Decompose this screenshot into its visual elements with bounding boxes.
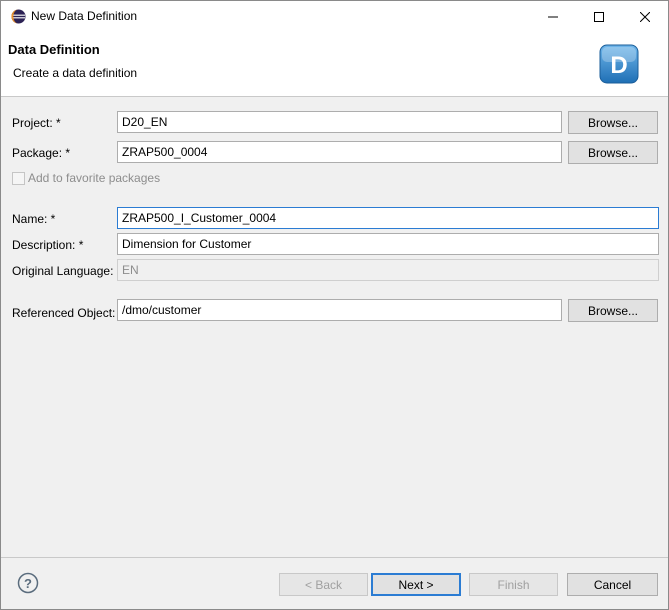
eclipse-icon (11, 9, 26, 24)
close-button[interactable] (622, 1, 668, 32)
wizard-banner: Data Definition Create a data definition… (1, 32, 668, 97)
name-field[interactable]: ZRAP500_I_Customer_0004 (117, 207, 659, 229)
description-field[interactable]: Dimension for Customer (117, 233, 659, 255)
close-icon (640, 11, 650, 22)
next-button[interactable]: Next > (371, 573, 461, 596)
new-data-definition-dialog: New Data Definition Data Definition Crea… (0, 0, 669, 610)
svg-text:D: D (610, 52, 627, 79)
project-field[interactable]: D20_EN (117, 111, 562, 133)
project-label: Project: * (12, 116, 61, 130)
title-bar: New Data Definition (1, 1, 668, 32)
minimize-button[interactable] (530, 1, 576, 32)
original-language-label: Original Language: (12, 264, 114, 278)
package-label: Package: * (12, 146, 71, 160)
referenced-object-field[interactable]: /dmo/customer (117, 299, 562, 321)
favorite-packages-checkbox[interactable] (12, 171, 25, 185)
name-label: Name: * (12, 212, 56, 226)
page-title: Data Definition (8, 42, 100, 57)
favorite-packages-label: Add to favorite packages (28, 171, 161, 185)
window-title: New Data Definition (31, 9, 138, 23)
finish-button[interactable]: Finish (469, 573, 558, 596)
page-subtitle: Create a data definition (13, 66, 138, 80)
maximize-button[interactable] (576, 1, 622, 32)
package-field[interactable]: ZRAP500_0004 (117, 141, 562, 163)
data-definition-logo-icon: D (599, 44, 639, 84)
cancel-button[interactable]: Cancel (567, 573, 658, 596)
package-browse-button[interactable]: Browse... (568, 141, 658, 164)
description-label: Description: * (12, 238, 84, 252)
back-button[interactable]: < Back (279, 573, 368, 596)
project-browse-button[interactable]: Browse... (568, 111, 658, 134)
help-icon[interactable]: ? (17, 572, 39, 594)
referenced-object-browse-button[interactable]: Browse... (568, 299, 658, 322)
footer-separator (1, 557, 668, 558)
svg-text:?: ? (24, 576, 32, 591)
referenced-object-label: Referenced Object: (12, 306, 116, 320)
favorite-packages-row: Add to favorite packages (12, 171, 160, 185)
minimize-icon (548, 16, 558, 17)
maximize-icon (594, 11, 604, 22)
original-language-field: EN (117, 259, 659, 281)
